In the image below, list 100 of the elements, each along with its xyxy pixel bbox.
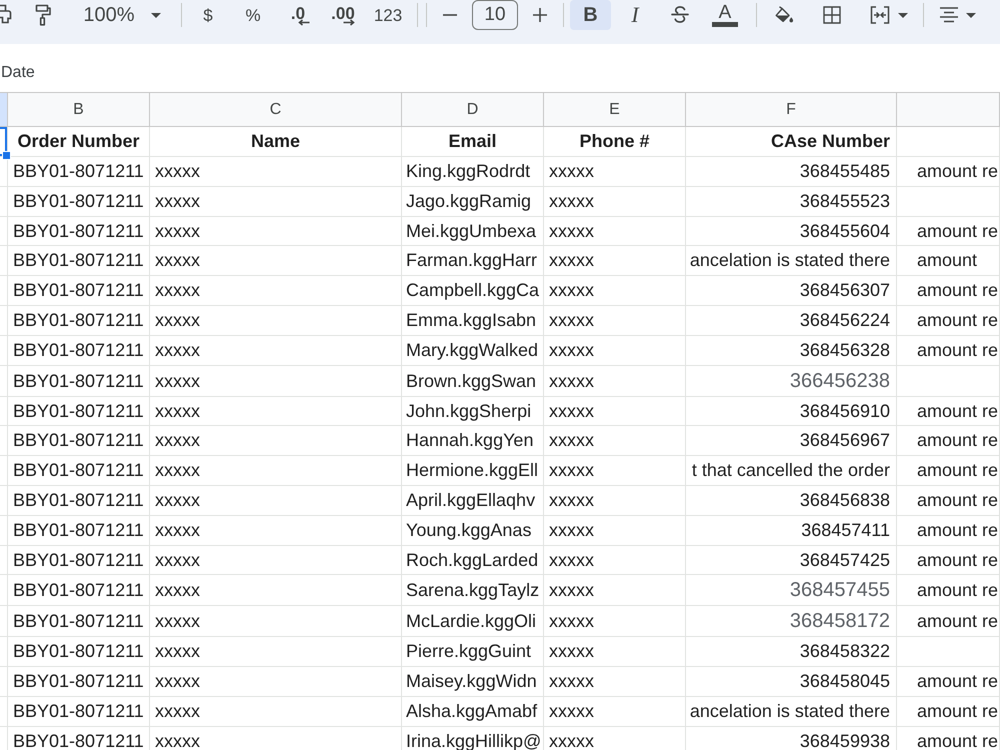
phone-cell: xxxxx [544,546,686,576]
caret-icon [150,12,161,18]
order-number-cell: BBY01-8071211 [8,546,150,576]
phone-cell: xxxxx [544,306,686,336]
table-cell: amount re [897,726,1000,750]
column-header[interactable]: D [402,93,544,127]
table-cell: amount re [897,696,1000,727]
order-number-cell: BBY01-8071211 [8,306,150,336]
text-color-button[interactable]: A [707,0,743,30]
number-format-button[interactable]: % [235,0,271,30]
order-number-cell: BBY01-8071211 [8,575,150,606]
name-cell: xxxxx [150,246,402,276]
order-number-cell: BBY01-8071211 [8,157,150,187]
table-cell: amount re [897,306,1000,336]
phone-cell: xxxxx [544,276,686,306]
merge-icon [870,6,890,24]
number-format-button[interactable]: $ [190,0,226,30]
email-cell: John.kggSherpi [402,396,544,426]
case-number-cell: 368456328 [686,336,897,366]
paint-bucket-icon [774,5,794,25]
order-number-cell: BBY01-8071211 [8,396,150,426]
name-cell: xxxxx [150,486,402,516]
name-cell: xxxxx [150,306,402,336]
order-number-cell: BBY01-8071211 [8,336,150,366]
email-cell: Alsha.kggAmabf [402,696,544,727]
name-cell: xxxxx [150,637,402,668]
order-number-cell: BBY01-8071211 [8,637,150,668]
name-cell: xxxxx [150,426,402,456]
phone-cell: xxxxx [544,486,686,516]
case-number-cell: 368459938 [686,726,897,750]
table-cell: amount re [897,546,1000,576]
zoom-select[interactable]: 100% [78,0,166,30]
case-number-cell: 368456224 [686,306,897,336]
order-number-cell: BBY01-8071211 [8,276,150,306]
italic-button[interactable]: I [617,0,653,30]
column-heading: Name [150,127,402,157]
table-cell: amount re [897,456,1000,486]
phone-cell: xxxxx [544,667,686,697]
align-center-icon [940,7,958,23]
selected-cell[interactable] [0,127,8,157]
email-cell: April.kggEllaqhv [402,486,544,516]
order-number-cell: BBY01-8071211 [8,486,150,516]
name-cell: xxxxx [150,696,402,727]
case-number-cell: 368456967 [686,426,897,456]
email-cell: Jago.kggRamig [402,186,544,217]
phone-cell: xxxxx [544,637,686,668]
caret-icon [966,12,976,18]
name-cell: xxxxx [150,726,402,750]
email-cell: Sarena.kggTaylz [402,575,544,606]
formula-bar-field[interactable]: Date [0,62,1000,84]
name-cell: xxxxx [150,336,402,366]
table-cell: amount re [897,516,1000,546]
case-number-cell: 368456307 [686,276,897,306]
phone-cell: xxxxx [544,396,686,426]
case-number-cell: 368456910 [686,396,897,426]
phone-cell: xxxxx [544,606,686,638]
printer-icon[interactable] [0,4,12,24]
column-header[interactable]: F [686,93,897,127]
fill-handle-icon[interactable] [2,151,11,160]
name-cell: xxxxx [150,276,402,306]
name-cell: xxxxx [150,216,402,246]
bold-button[interactable]: B [570,0,611,30]
plus-icon [533,8,547,22]
number-format-button[interactable]: 123 [370,0,406,30]
table-cell: amount re [897,426,1000,456]
case-number-cell: 368458045 [686,667,897,697]
name-cell: xxxxx [150,575,402,606]
table-cell: amount re [897,216,1000,246]
column-heading: Order Number [8,127,150,157]
phone-cell: xxxxx [544,426,686,456]
phone-cell: xxxxx [544,246,686,276]
order-number-cell: BBY01-8071211 [8,726,150,750]
email-cell: McLardie.kggOli [402,606,544,638]
email-cell: Farman.kggHarr [402,246,544,276]
case-number-cell: 368456838 [686,486,897,516]
email-cell: Hannah.kggYen [402,426,544,456]
column-heading: CAse Number [686,127,897,157]
phone-cell: xxxxx [544,186,686,217]
phone-cell: xxxxx [544,216,686,246]
name-cell: xxxxx [150,667,402,697]
font-size-field[interactable]: 10 [472,0,518,30]
column-header[interactable]: E [544,93,686,127]
number-format-button[interactable]: .0 [280,0,316,30]
order-number-cell: BBY01-8071211 [8,456,150,486]
email-cell: Pierre.kggGuint [402,637,544,668]
table-cell: amount re [897,396,1000,426]
column-header[interactable]: B [8,93,150,127]
email-cell: Brown.kggSwan [402,366,544,397]
borders-icon [823,6,841,24]
email-cell: Emma.kggIsabn [402,306,544,336]
order-number-cell: BBY01-8071211 [8,696,150,727]
case-number-cell: 368458172 [686,606,897,638]
column-header[interactable]: C [150,93,402,127]
arrow-icon [298,18,310,26]
email-cell: Campbell.kggCa [402,276,544,306]
number-format-button[interactable]: .00 [325,0,361,30]
phone-cell: xxxxx [544,366,686,397]
email-cell: Maisey.kggWidn [402,667,544,697]
phone-cell: xxxxx [544,726,686,750]
caret-icon [898,12,908,18]
